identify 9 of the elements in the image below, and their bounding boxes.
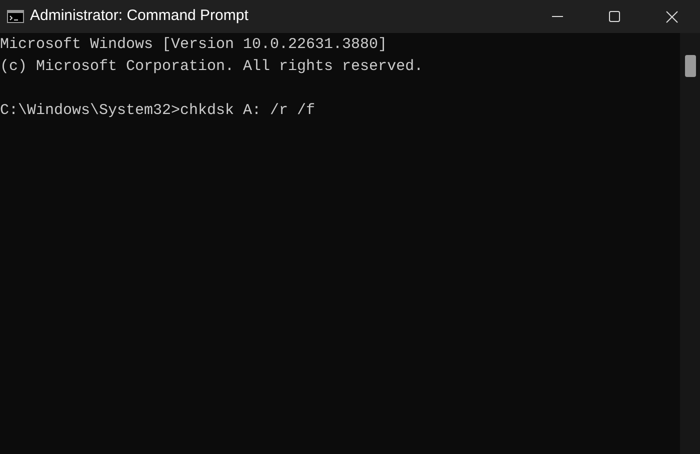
console-line: C:\Windows\System32>chkdsk A: /r /f — [0, 101, 316, 121]
maximize-icon — [609, 11, 620, 22]
console-icon — [7, 10, 24, 23]
console-line: Microsoft Windows [Version 10.0.22631.3880] — [0, 35, 388, 55]
window-title: Administrator: Command Prompt — [30, 6, 248, 26]
minimize-icon — [552, 16, 563, 17]
scrollbar-thumb[interactable] — [684, 55, 696, 77]
console-line: (c) Microsoft Corporation. All rights reserved. — [0, 57, 424, 77]
close-icon — [666, 10, 678, 22]
